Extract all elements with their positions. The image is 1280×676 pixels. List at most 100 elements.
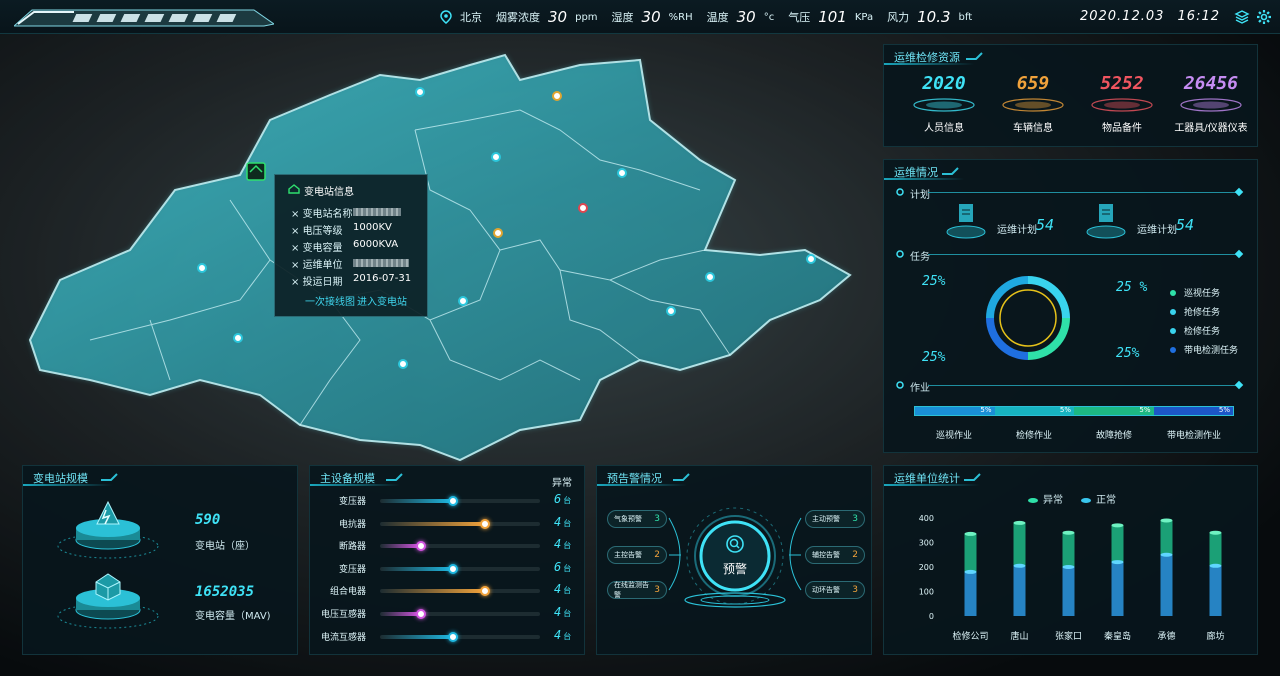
wiring-diagram-link[interactable]: 一次接线图 — [305, 293, 355, 308]
smoke-value: 30 — [548, 8, 568, 26]
alert-pill[interactable]: 主动预警 3 — [805, 510, 865, 528]
equipment-abnormal-count: 4台 — [554, 627, 572, 642]
substation-count-label: 变电站（座） — [195, 541, 255, 552]
resource-item[interactable]: 2020 人员信息 — [902, 69, 986, 141]
bar-cap — [1111, 560, 1124, 565]
alert-pill[interactable]: 在线监测告警 3 — [607, 581, 667, 599]
header-bar: 北京 烟雾浓度 30 ppm 湿度 30 %RH 温度 30 °c 气压 101… — [0, 0, 1280, 34]
equipment-bar-track — [380, 631, 540, 642]
resource-platform-icon — [913, 98, 975, 112]
capacity-value: 1652035 — [195, 584, 255, 600]
bar-normal — [1160, 554, 1173, 616]
title-underline — [23, 484, 113, 486]
bar-cap — [1111, 523, 1124, 528]
legend-label: 检修任务 — [1184, 327, 1221, 337]
time-text: 16:12 — [1177, 9, 1220, 24]
title-underline — [884, 178, 964, 180]
work-bar-value: 5% — [1218, 406, 1230, 414]
resource-value: 2020 — [922, 73, 966, 94]
donut-pct: 25% — [922, 350, 946, 365]
resources-panel: 运维检修资源 2020 人员信息 659 车辆信息 5252 物品备件 26456 工器具/仪… — [883, 44, 1258, 147]
temp-value: 30 — [736, 8, 756, 26]
resource-item[interactable]: 5252 物品备件 — [1080, 69, 1164, 141]
substation-scale-panel: 变电站规模 590 变电站（座） 1652035 变电容量（MAV) — [22, 465, 298, 655]
section-bullet-icon — [896, 381, 904, 389]
resource-label: 车辆信息 — [1013, 123, 1053, 134]
map-pin[interactable] — [552, 91, 562, 101]
alert-count: 2 — [852, 550, 858, 560]
alert-pill[interactable]: 主控告警 2 — [607, 546, 667, 564]
equipment-bar-fill — [380, 634, 452, 639]
temp-unit: °c — [763, 11, 775, 23]
alert-pill[interactable]: 辅控告警 2 — [805, 546, 865, 564]
alert-count: 3 — [654, 514, 660, 524]
legend-dot — [1170, 289, 1176, 296]
equipment-bar-knob — [480, 586, 490, 597]
resource-value: 659 — [1016, 73, 1050, 94]
plan-value: 54 — [1036, 216, 1055, 234]
equipment-bar-knob — [448, 631, 458, 642]
map-pin[interactable] — [197, 263, 207, 273]
enter-substation-link[interactable]: 进入变电站 — [357, 293, 407, 308]
alert-pill[interactable]: 气象预警 3 — [607, 510, 667, 528]
y-tick-label: 200 — [919, 563, 934, 572]
temp-label: 温度 — [706, 11, 729, 24]
datetime: 2020.12.03 16:12 — [1080, 9, 1220, 24]
equipment-name: 电抗器 — [338, 519, 366, 530]
donut-legend-item: 带电检测任务 — [1170, 343, 1238, 356]
x-tick-label: 秦皇岛 — [1104, 630, 1131, 642]
map-pin[interactable] — [705, 272, 715, 282]
equipment-bar-fill — [380, 544, 420, 549]
map-pin[interactable] — [415, 87, 425, 97]
alert-name: 在线监测告警 — [614, 581, 649, 599]
capacity-label: 变电容量（MAV) — [195, 611, 271, 622]
substation-marker-icon[interactable] — [246, 162, 266, 181]
work-bar-value: 5% — [1059, 406, 1071, 414]
map-pin[interactable] — [458, 296, 468, 306]
map-pin[interactable] — [493, 228, 503, 238]
map-pin[interactable] — [491, 152, 501, 162]
work-bar-segment: 5% — [1074, 406, 1154, 415]
map-pin[interactable] — [578, 203, 588, 213]
equipment-abnormal-count: 4台 — [554, 537, 572, 552]
map-pin[interactable] — [233, 333, 243, 343]
plan-icon — [1086, 204, 1126, 239]
bar-abnormal — [1160, 520, 1173, 555]
work-bar-value: 5% — [980, 406, 992, 414]
bar-abnormal — [1013, 522, 1026, 566]
resource-item[interactable]: 659 车辆信息 — [991, 69, 1075, 141]
alert-name: 动环告警 — [812, 586, 840, 594]
alert-count: 3 — [852, 514, 858, 524]
map-pin[interactable] — [398, 359, 408, 369]
work-bar-segment: 5% — [994, 406, 1074, 415]
equipment-name: 电压互感器 — [320, 610, 366, 620]
settings-icon[interactable] — [1256, 9, 1272, 25]
layers-icon[interactable] — [1234, 9, 1250, 25]
title-chevron-icon — [942, 167, 959, 175]
bar-normal — [1062, 567, 1075, 616]
humidity-unit: %RH — [668, 11, 693, 23]
plan-icon — [946, 204, 986, 239]
substation-info-popup: 变电站信息 × 变电站名称 × 电压等级 1000KV × 变电容量 6000K… — [274, 174, 428, 317]
equipment-bar-knob — [416, 541, 426, 552]
equipment-bar-knob — [448, 563, 458, 574]
work-bar-label: 带电检测作业 — [1166, 431, 1221, 441]
resource-item[interactable]: 26456 工器具/仪器仪表 — [1169, 69, 1253, 141]
map-pin[interactable] — [806, 254, 816, 264]
equipment-abnormal-count: 6台 — [554, 492, 572, 506]
smoke-unit: ppm — [575, 11, 598, 23]
bar-abnormal — [964, 533, 977, 572]
alert-name: 主动预警 — [812, 515, 840, 523]
resource-label: 人员信息 — [924, 123, 964, 134]
legend-label: 巡视任务 — [1184, 289, 1221, 299]
map-pin[interactable] — [666, 306, 676, 316]
donut-segment — [1027, 276, 1070, 319]
alert-pill[interactable]: 动环告警 3 — [805, 581, 865, 599]
y-tick-label: 100 — [919, 588, 934, 597]
map-pin[interactable] — [617, 168, 627, 178]
work-section-label: 作业 — [910, 383, 930, 394]
bar-abnormal — [1111, 525, 1124, 563]
popup-row-label: × 投运日期 — [291, 277, 343, 288]
unit-stats-panel: 运维单位统计 异常 正常 0 100 200 300 400 检修公司 唐山 张家口 秦皇岛 承德… — [883, 465, 1258, 655]
chart-legend: 异常 正常 — [1028, 491, 1116, 506]
